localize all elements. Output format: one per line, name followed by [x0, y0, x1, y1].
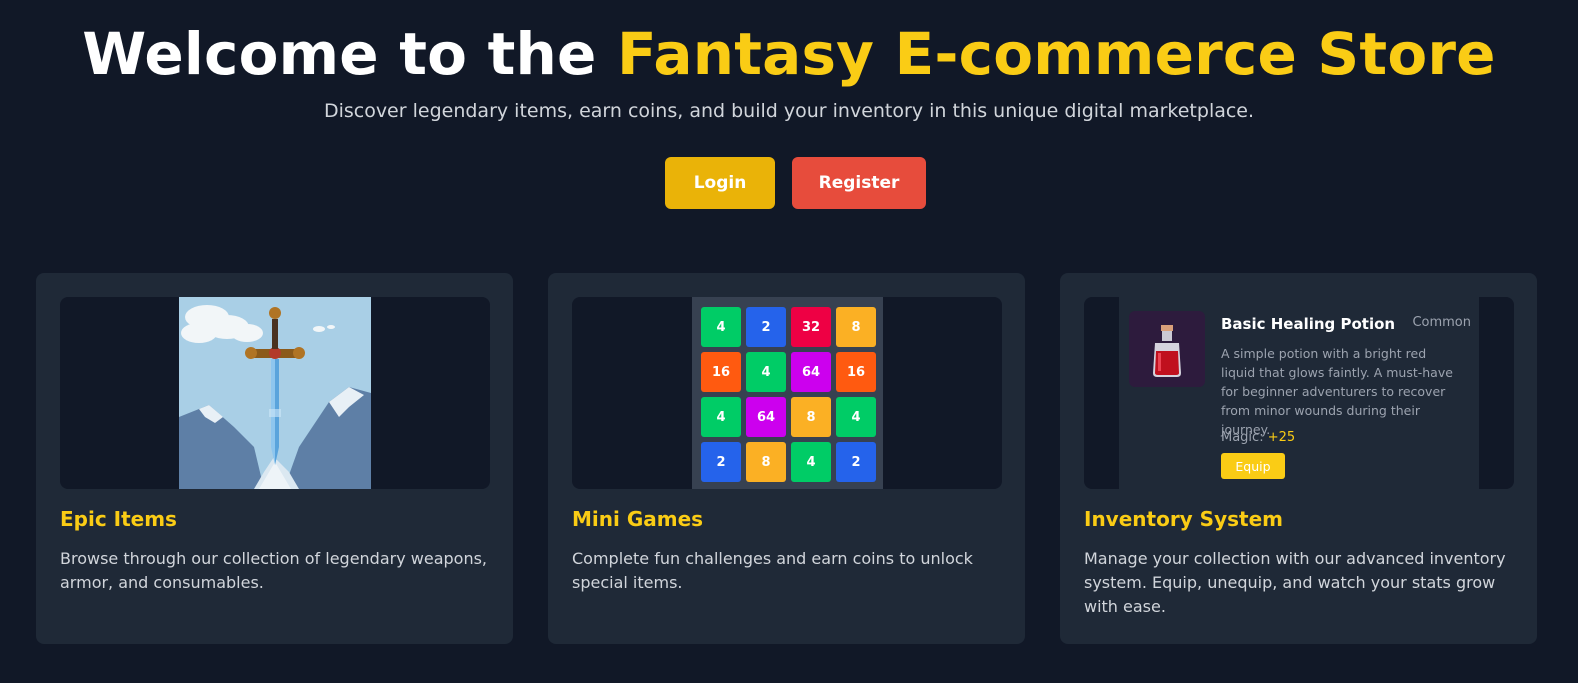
game-tile[interactable]: 2 — [701, 442, 741, 482]
game-tile[interactable]: 4 — [746, 352, 786, 392]
login-button[interactable]: Login — [665, 157, 775, 209]
game-tile[interactable]: 8 — [836, 307, 876, 347]
feature-card-mini-games: 4 2 32 8 16 4 64 16 4 64 8 4 2 8 4 2 Mini Games Complet… — [548, 273, 1025, 644]
auth-buttons: Login Register — [0, 157, 1578, 209]
game-board: 4 2 32 8 16 4 64 16 4 64 8 4 2 8 4 2 — [692, 297, 883, 489]
title-accent: Fantasy E-commerce Store — [616, 20, 1496, 88]
sword-image — [179, 297, 371, 489]
hero: Welcome to the Fantasy E-commerce Store … — [0, 18, 1578, 124]
game-tile[interactable]: 2 — [746, 307, 786, 347]
feature-media: Basic Healing Potion Common A simple pot… — [1084, 297, 1514, 489]
feature-title: Epic Items — [60, 507, 177, 531]
stat-label: Magic: — [1221, 430, 1264, 445]
equip-button[interactable]: Equip — [1221, 453, 1285, 479]
game-tile[interactable]: 2 — [836, 442, 876, 482]
game-grid: 4 2 32 8 16 4 64 16 4 64 8 4 2 8 4 2 — [701, 307, 876, 482]
item-rarity: Common — [1412, 315, 1471, 330]
game-tile[interactable]: 16 — [701, 352, 741, 392]
game-tile[interactable]: 16 — [836, 352, 876, 392]
game-tile[interactable]: 64 — [791, 352, 831, 392]
game-tile[interactable]: 4 — [836, 397, 876, 437]
stat-value: +25 — [1267, 430, 1296, 445]
page-subtitle: Discover legendary items, earn coins, an… — [323, 100, 1255, 122]
title-prefix: Welcome to the — [82, 20, 597, 88]
feature-media — [60, 297, 490, 489]
item-description: A simple potion with a bright red liquid… — [1221, 346, 1453, 437]
game-tile[interactable]: 4 — [701, 307, 741, 347]
potion-thumbnail — [1129, 311, 1205, 387]
feature-description: Complete fun challenges and earn coins t… — [572, 549, 973, 592]
game-tile[interactable]: 32 — [791, 307, 831, 347]
register-button[interactable]: Register — [792, 157, 926, 209]
game-tile[interactable]: 8 — [746, 442, 786, 482]
item-name: Basic Healing Potion — [1221, 315, 1396, 333]
potion-icon — [1153, 325, 1181, 377]
feature-title: Mini Games — [572, 507, 704, 531]
inventory-item-card: Basic Healing Potion Common A simple pot… — [1119, 297, 1479, 489]
page-title: Welcome to the Fantasy E-commerce Store — [0, 18, 1578, 90]
game-tile[interactable]: 4 — [701, 397, 741, 437]
feature-description: Browse through our collection of legenda… — [60, 549, 488, 592]
item-stat: Magic: +25 — [1221, 430, 1295, 445]
game-tile[interactable]: 4 — [791, 442, 831, 482]
game-tile[interactable]: 8 — [791, 397, 831, 437]
feature-card-epic-items: Epic Items Browse through our collection… — [36, 273, 513, 644]
feature-media: 4 2 32 8 16 4 64 16 4 64 8 4 2 8 4 2 — [572, 297, 1002, 489]
game-tile[interactable]: 64 — [746, 397, 786, 437]
feature-description: Manage your collection with our advanced… — [1084, 549, 1506, 616]
feature-title: Inventory System — [1084, 507, 1283, 531]
feature-card-inventory-system: Basic Healing Potion Common A simple pot… — [1060, 273, 1537, 644]
